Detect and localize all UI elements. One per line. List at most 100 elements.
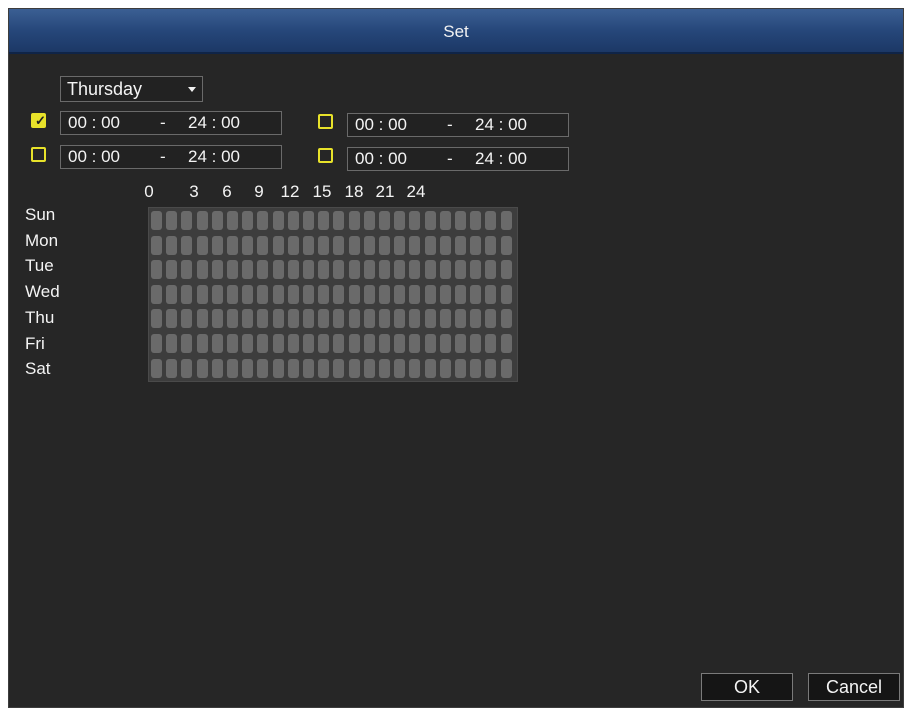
schedule-cell[interactable] [227, 284, 238, 304]
schedule-cell[interactable] [409, 358, 421, 378]
period-2-end[interactable]: 24 : 00 [188, 147, 240, 167]
schedule-cell[interactable] [181, 358, 193, 378]
schedule-cell[interactable] [318, 260, 330, 280]
schedule-cell[interactable] [151, 260, 162, 280]
schedule-cell[interactable] [439, 235, 451, 255]
schedule-cell[interactable] [470, 309, 482, 329]
schedule-cell[interactable] [348, 334, 360, 353]
schedule-cell[interactable] [455, 235, 466, 255]
schedule-cell[interactable] [470, 358, 482, 378]
schedule-cell[interactable] [424, 334, 436, 353]
schedule-cell[interactable] [363, 211, 375, 230]
schedule-cell[interactable] [196, 358, 208, 378]
period-4-checkbox[interactable] [318, 148, 333, 163]
day-dropdown[interactable]: Thursday [60, 76, 203, 102]
schedule-cell[interactable] [151, 211, 162, 230]
schedule-cell[interactable] [151, 284, 162, 304]
schedule-cell[interactable] [348, 211, 360, 230]
schedule-cell[interactable] [196, 235, 208, 255]
schedule-cell[interactable] [470, 284, 482, 304]
schedule-cell[interactable] [409, 211, 421, 230]
period-1-checkbox[interactable]: ✓ [31, 113, 46, 128]
period-2-start[interactable]: 00 : 00 [68, 147, 120, 167]
schedule-cell[interactable] [348, 309, 360, 329]
ok-button[interactable]: OK [701, 673, 793, 701]
period-3-checkbox[interactable] [318, 114, 333, 129]
schedule-cell[interactable] [363, 334, 375, 353]
schedule-cell[interactable] [348, 284, 360, 304]
schedule-cell[interactable] [500, 358, 512, 378]
schedule-cell[interactable] [439, 358, 451, 378]
schedule-cell[interactable] [363, 284, 375, 304]
schedule-cell[interactable] [318, 235, 330, 255]
schedule-cell[interactable] [287, 284, 299, 304]
schedule-cell[interactable] [455, 309, 466, 329]
period-1-start[interactable]: 00 : 00 [68, 113, 120, 133]
schedule-cell[interactable] [181, 211, 193, 230]
schedule-cell[interactable] [181, 334, 193, 353]
schedule-cell[interactable] [409, 284, 421, 304]
schedule-cell[interactable] [500, 211, 512, 230]
schedule-cell[interactable] [394, 260, 406, 280]
period-2-time-range[interactable]: 00 : 00 - 24 : 00 [60, 145, 282, 169]
schedule-cell[interactable] [379, 260, 390, 280]
schedule-cell[interactable] [211, 309, 223, 329]
schedule-cell[interactable] [363, 309, 375, 329]
cancel-button[interactable]: Cancel [808, 673, 900, 701]
schedule-cell[interactable] [455, 334, 466, 353]
schedule-cell[interactable] [333, 284, 345, 304]
schedule-cell[interactable] [439, 284, 451, 304]
schedule-cell[interactable] [151, 235, 162, 255]
schedule-cell[interactable] [287, 235, 299, 255]
schedule-cell[interactable] [242, 284, 254, 304]
schedule-cell[interactable] [227, 235, 238, 255]
schedule-cell[interactable] [257, 284, 269, 304]
period-3-time-range[interactable]: 00 : 00 - 24 : 00 [347, 113, 569, 137]
schedule-cell[interactable] [348, 260, 360, 280]
schedule-cell[interactable] [485, 334, 497, 353]
schedule-cell[interactable] [303, 309, 314, 329]
schedule-grid[interactable] [148, 207, 518, 382]
schedule-cell[interactable] [272, 284, 284, 304]
schedule-cell[interactable] [272, 334, 284, 353]
schedule-cell[interactable] [181, 284, 193, 304]
schedule-cell[interactable] [333, 334, 345, 353]
schedule-cell[interactable] [424, 309, 436, 329]
schedule-cell[interactable] [303, 284, 314, 304]
schedule-cell[interactable] [485, 235, 497, 255]
schedule-cell[interactable] [303, 211, 314, 230]
schedule-cell[interactable] [394, 334, 406, 353]
schedule-cell[interactable] [424, 211, 436, 230]
schedule-cell[interactable] [242, 358, 254, 378]
schedule-cell[interactable] [257, 235, 269, 255]
schedule-cell[interactable] [181, 309, 193, 329]
schedule-cell[interactable] [166, 235, 178, 255]
schedule-cell[interactable] [470, 260, 482, 280]
schedule-cell[interactable] [227, 309, 238, 329]
schedule-cell[interactable] [455, 260, 466, 280]
schedule-cell[interactable] [211, 284, 223, 304]
schedule-cell[interactable] [409, 235, 421, 255]
schedule-cell[interactable] [257, 334, 269, 353]
schedule-cell[interactable] [196, 260, 208, 280]
schedule-cell[interactable] [196, 284, 208, 304]
schedule-cell[interactable] [379, 358, 390, 378]
schedule-cell[interactable] [272, 309, 284, 329]
schedule-cell[interactable] [424, 358, 436, 378]
schedule-cell[interactable] [151, 334, 162, 353]
schedule-cell[interactable] [227, 358, 238, 378]
schedule-cell[interactable] [303, 334, 314, 353]
schedule-cell[interactable] [333, 235, 345, 255]
schedule-cell[interactable] [242, 309, 254, 329]
schedule-cell[interactable] [166, 211, 178, 230]
schedule-cell[interactable] [424, 235, 436, 255]
schedule-cell[interactable] [394, 284, 406, 304]
period-1-end[interactable]: 24 : 00 [188, 113, 240, 133]
schedule-cell[interactable] [151, 309, 162, 329]
period-4-end[interactable]: 24 : 00 [475, 149, 527, 169]
schedule-cell[interactable] [166, 334, 178, 353]
schedule-cell[interactable] [318, 334, 330, 353]
schedule-cell[interactable] [242, 260, 254, 280]
period-4-start[interactable]: 00 : 00 [355, 149, 407, 169]
schedule-cell[interactable] [166, 260, 178, 280]
